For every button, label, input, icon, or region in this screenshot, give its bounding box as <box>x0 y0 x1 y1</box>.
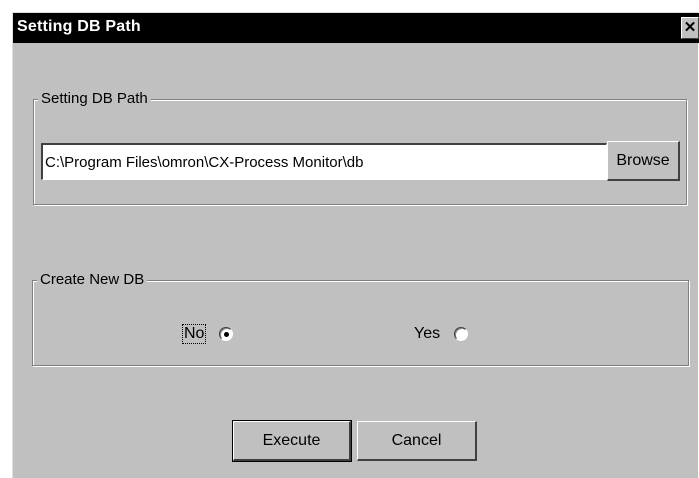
dialog-window: Setting DB Path ✕ Setting DB Path <box>12 12 699 478</box>
cancel-button[interactable]: Cancel <box>357 421 477 461</box>
execute-button-label: Execute <box>262 432 321 449</box>
db-path-input[interactable] <box>41 143 607 180</box>
close-button[interactable]: ✕ <box>681 17 699 39</box>
title-bar[interactable]: Setting DB Path ✕ <box>13 13 699 43</box>
create-db-group-label: Create New DB <box>37 271 148 289</box>
browse-button[interactable]: Browse <box>607 141 680 181</box>
radio-yes-label: Yes <box>414 325 441 342</box>
radio-option-yes[interactable]: Yes <box>414 325 469 343</box>
execute-button[interactable]: Execute <box>232 420 352 462</box>
radio-option-no[interactable]: No <box>181 324 234 344</box>
radio-no-label: No <box>181 324 207 344</box>
create-db-groupbox: Create New DB <box>32 271 689 366</box>
window-title: Setting DB Path <box>17 18 141 35</box>
radio-no-button[interactable] <box>219 327 234 341</box>
close-icon: ✕ <box>683 19 697 36</box>
cancel-button-label: Cancel <box>391 432 442 449</box>
browse-button-label: Browse <box>616 152 670 169</box>
path-group-label: Setting DB Path <box>38 90 151 108</box>
radio-yes-button[interactable] <box>454 327 469 341</box>
radio-selected-dot <box>224 332 230 337</box>
